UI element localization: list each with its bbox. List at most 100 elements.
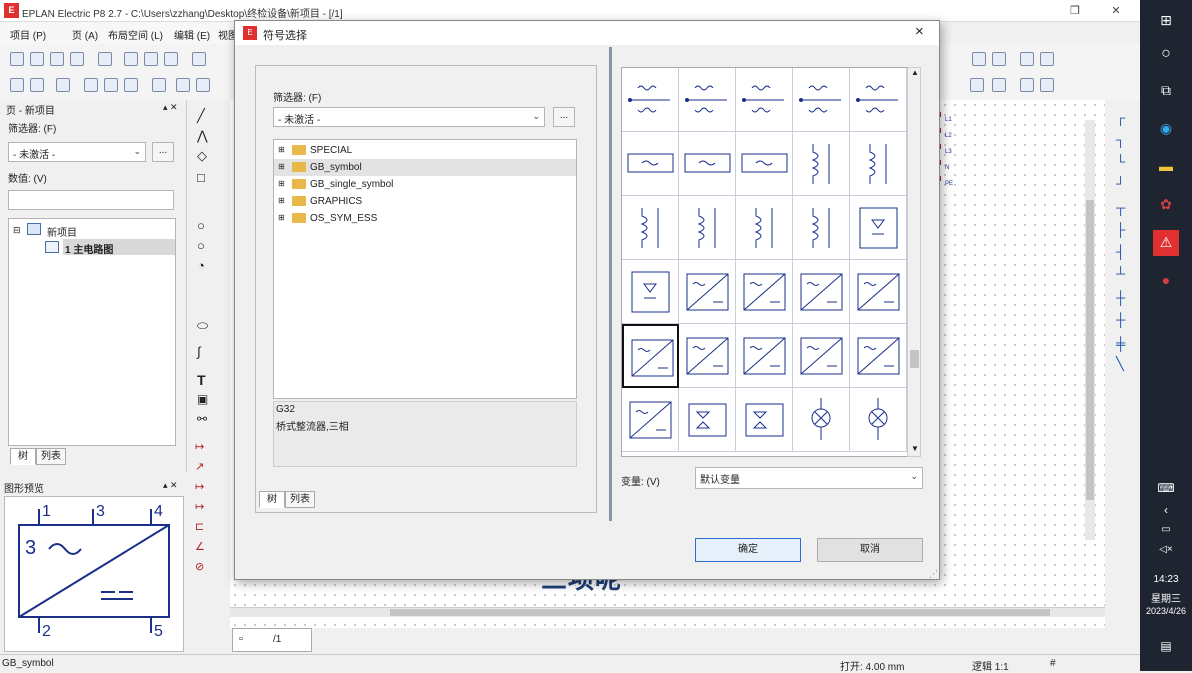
symbol-cell[interactable] <box>850 324 907 388</box>
cut-icon[interactable] <box>124 52 138 66</box>
symbol-cell[interactable] <box>622 132 679 196</box>
dimension2-icon[interactable]: ↗ <box>195 460 204 473</box>
symbol-cell[interactable] <box>793 196 850 260</box>
rectangle-icon[interactable]: □ <box>197 170 205 185</box>
tee4-icon[interactable]: ┴ <box>1116 266 1125 281</box>
windows-start-icon[interactable]: ⊞ <box>1154 8 1178 32</box>
plugin-icon[interactable] <box>56 78 70 92</box>
corner4-icon[interactable]: ┘ <box>1116 176 1125 191</box>
circle-icon[interactable]: ○ <box>197 218 205 233</box>
volume-icon[interactable]: ◁× <box>1154 538 1178 562</box>
dimension4-icon[interactable]: ↦ <box>195 500 204 513</box>
filter-browse-button[interactable]: ... <box>152 142 174 162</box>
tee3-icon[interactable]: ┤ <box>1116 244 1125 259</box>
symbol-cell[interactable] <box>850 132 907 196</box>
text-tool-icon[interactable]: T <box>197 372 206 388</box>
cancel-button[interactable]: 取消 <box>817 538 923 562</box>
symbol-cell[interactable] <box>850 260 907 324</box>
tree-item-selected[interactable]: ⊞ GB_symbol <box>274 159 576 176</box>
page-tab[interactable]: ▫ /1 <box>232 628 312 652</box>
zoom-fit-icon[interactable] <box>992 52 1006 66</box>
symbol-cell[interactable] <box>679 196 736 260</box>
menu-layout[interactable]: 布局空间 (L) <box>108 27 163 42</box>
line-icon[interactable]: ╱ <box>197 108 205 124</box>
page2-icon[interactable] <box>30 78 44 92</box>
print-icon[interactable] <box>70 52 84 66</box>
symbol-cell[interactable] <box>679 260 736 324</box>
symbol-cell[interactable] <box>793 324 850 388</box>
symbol-cell[interactable] <box>850 388 907 452</box>
copy-icon[interactable] <box>144 52 158 66</box>
close-icon[interactable]: ✕ <box>1105 2 1127 20</box>
arrow-icon[interactable] <box>970 78 984 92</box>
symbol-cell[interactable] <box>679 68 736 132</box>
filter-select[interactable]: - 未激活 - ⌄ <box>8 142 146 162</box>
symbol-cell[interactable] <box>736 132 793 196</box>
menu-edit[interactable]: 编辑 (E) <box>174 27 210 42</box>
value-input[interactable] <box>8 190 174 210</box>
restore-icon[interactable]: ❐ <box>1064 2 1086 20</box>
text-icon[interactable] <box>1040 52 1054 66</box>
expand-icon[interactable]: ⊞ <box>278 213 285 222</box>
horizontal-scrollbar[interactable] <box>230 607 1105 617</box>
connect-icon[interactable] <box>84 78 98 92</box>
resize-grip-icon[interactable]: ⋰ <box>929 569 938 580</box>
flag2-icon[interactable] <box>196 78 210 92</box>
symbol-cell[interactable] <box>736 196 793 260</box>
angle-icon[interactable]: ∠ <box>195 540 205 553</box>
menu-project[interactable]: 项目 (P) <box>10 27 46 42</box>
symbol-cell[interactable] <box>793 388 850 452</box>
tee-icon[interactable]: ┬ <box>1116 200 1125 215</box>
scroll-up-icon[interactable]: ▲ <box>911 68 919 77</box>
connect3-icon[interactable] <box>124 78 138 92</box>
polygon-icon[interactable]: ◇ <box>197 148 207 164</box>
eplan-taskbar-icon[interactable]: ⚠ <box>1153 230 1179 256</box>
select-icon[interactable] <box>192 52 206 66</box>
scroll-thumb[interactable] <box>910 350 919 368</box>
tree-item-page[interactable]: 1 主电路图 <box>63 239 175 256</box>
keyboard-icon[interactable]: ⌨ <box>1154 476 1178 500</box>
edge-browser-icon[interactable]: ◉ <box>1154 116 1178 140</box>
spline-icon[interactable]: ∫ <box>197 344 201 359</box>
pin-icon[interactable]: ▴ ✕ <box>163 102 178 113</box>
corner3-icon[interactable]: └ <box>1116 154 1125 169</box>
symbol-cell[interactable] <box>679 324 736 388</box>
circle2-icon[interactable]: ○ <box>197 238 205 253</box>
symbol-cell[interactable] <box>622 196 679 260</box>
arc-icon[interactable]: ◔ <box>197 258 205 273</box>
cross2-icon[interactable]: ┼ <box>1116 312 1125 327</box>
node-icon[interactable] <box>992 78 1006 92</box>
polyline-icon[interactable]: ⋀ <box>197 128 208 144</box>
tab-list[interactable]: 列表 <box>36 448 66 465</box>
variant-select[interactable]: 默认变量 ⌄ <box>695 467 923 489</box>
symbol-cell[interactable] <box>622 260 679 324</box>
symbol-cell[interactable] <box>736 260 793 324</box>
clock-time[interactable]: 14:23 <box>1140 574 1192 585</box>
corner-icon[interactable]: ┌ <box>1116 110 1125 125</box>
dimension-icon[interactable]: ↦ <box>195 440 204 453</box>
paste-icon[interactable] <box>164 52 178 66</box>
splitter[interactable] <box>609 47 612 521</box>
dimension5-icon[interactable]: ⊏ <box>195 520 204 533</box>
tee2-icon[interactable]: ├ <box>1116 222 1125 237</box>
preview-pin-icon[interactable]: ▴ ✕ <box>163 480 178 491</box>
expand-icon[interactable]: ⊞ <box>278 196 285 205</box>
radius-icon[interactable]: ⊘ <box>195 560 204 573</box>
file-explorer-icon[interactable]: ▬ <box>1154 154 1178 178</box>
terminal-icon[interactable] <box>1040 78 1054 92</box>
wire-icon[interactable] <box>152 78 166 92</box>
symbol-cell[interactable] <box>679 388 736 452</box>
tree-item[interactable]: ⊞ SPECIAL <box>274 142 576 159</box>
symbol-cell[interactable] <box>793 132 850 196</box>
symbol-cell[interactable] <box>793 68 850 132</box>
new-icon[interactable] <box>10 52 24 66</box>
symbol-cell[interactable] <box>622 388 679 452</box>
dialog-filter-select[interactable]: - 未激活 - ⌄ <box>273 107 545 127</box>
notification-icon[interactable]: ▤ <box>1154 634 1178 658</box>
ok-button[interactable]: 确定 <box>695 538 801 562</box>
ellipse-icon[interactable]: ⬭ <box>197 318 208 334</box>
settings-icon[interactable] <box>98 52 112 66</box>
cart-icon[interactable] <box>1020 52 1034 66</box>
tree-item[interactable]: ⊞ OS_SYM_ESS <box>274 210 576 227</box>
dialog-tab-list[interactable]: 列表 <box>285 491 315 508</box>
